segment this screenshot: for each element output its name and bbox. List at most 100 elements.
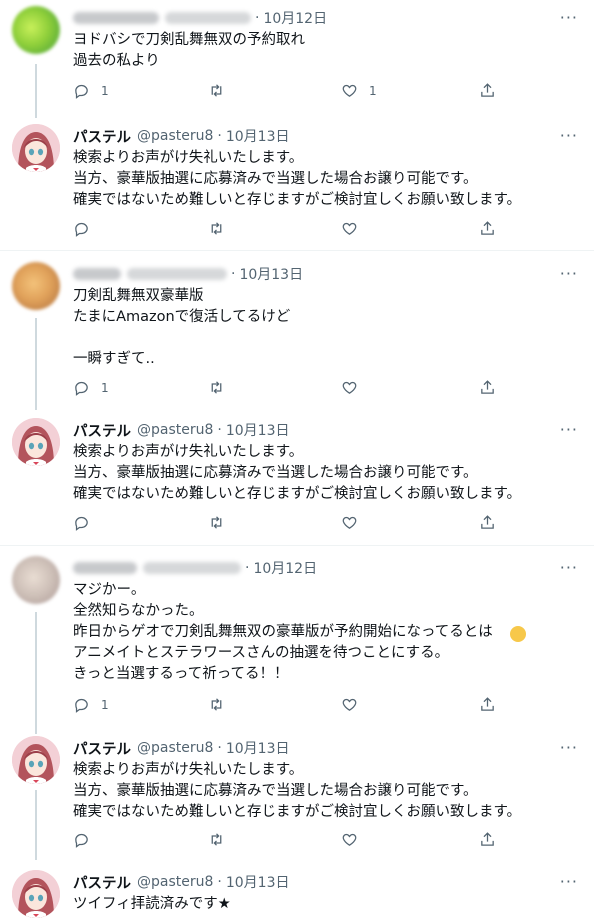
user-name-blurred[interactable] <box>73 12 159 24</box>
retweet-button[interactable] <box>208 514 236 531</box>
anime-girl-avatar-icon <box>12 418 60 466</box>
reply-icon <box>75 833 88 848</box>
avatar[interactable] <box>12 124 60 172</box>
share-icon <box>481 832 494 846</box>
separator-dot: · <box>245 560 250 576</box>
more-icon[interactable]: ··· <box>560 558 578 577</box>
share-icon <box>481 515 494 529</box>
thread-divider <box>0 250 594 251</box>
more-icon[interactable]: ··· <box>560 126 578 145</box>
reply-icon <box>75 84 88 99</box>
tweet[interactable]: パステル @pasteru8 · 10月13日 ··· ツイフィ拝読済みです★ <box>0 870 594 922</box>
user-handle-blurred[interactable] <box>143 562 241 574</box>
tweet-date[interactable]: 10月13日 <box>226 872 290 892</box>
reply-count: 1 <box>101 697 109 712</box>
tweet[interactable]: · 10月12日 ··· マジかー。 全然知らなかった。 昨日からゲオで刀剣乱舞… <box>0 556 594 716</box>
like-button[interactable] <box>341 514 369 531</box>
avatar[interactable] <box>12 418 60 466</box>
retweet-button[interactable] <box>208 696 236 713</box>
tweet-date[interactable]: 10月13日 <box>226 738 290 758</box>
tweet-date[interactable]: 10月13日 <box>239 264 303 284</box>
tweet[interactable]: パステル @pasteru8 · 10月13日 ··· 検索よりお声がけ失礼いた… <box>0 736 594 852</box>
tweet-text: 検索よりお声がけ失礼いたします。 当方、豪華版抽選に応募済みで当選した場合お譲り… <box>73 444 522 502</box>
avatar[interactable] <box>12 870 60 918</box>
user-name[interactable]: パステル <box>73 738 131 759</box>
reply-button[interactable] <box>73 514 101 531</box>
anime-girl-avatar-icon <box>12 124 60 172</box>
share-button[interactable] <box>479 379 496 396</box>
reply-icon <box>75 516 88 531</box>
tweet[interactable]: · 10月12日 ··· ヨドバシで刀剣乱舞無双の予約取れ 過去の私より 1 1 <box>0 6 594 110</box>
separator-dot: · <box>217 874 222 890</box>
reply-button[interactable]: 1 <box>73 696 109 713</box>
retweet-button[interactable] <box>208 379 236 396</box>
share-button[interactable] <box>479 82 496 99</box>
retweet-button[interactable] <box>208 82 236 99</box>
like-icon <box>342 516 357 529</box>
avatar[interactable] <box>12 262 60 310</box>
reply-button[interactable]: 1 <box>73 379 109 396</box>
separator-dot: · <box>255 10 260 26</box>
tweet-text: 刀剣乱舞無双豪華版 たまにAmazonで復活してるけど 一瞬すぎて.. <box>73 288 291 367</box>
like-button[interactable] <box>341 379 369 396</box>
like-icon <box>342 381 357 394</box>
share-icon <box>481 697 494 711</box>
user-handle[interactable]: @pasteru8 <box>137 422 213 438</box>
user-handle[interactable]: @pasteru8 <box>137 128 213 144</box>
avatar[interactable] <box>12 556 60 604</box>
tweet-date[interactable]: 10月13日 <box>226 126 290 146</box>
reply-count: 1 <box>101 83 109 98</box>
more-icon[interactable]: ··· <box>560 738 578 757</box>
separator-dot: · <box>217 740 222 756</box>
retweet-icon <box>211 833 222 846</box>
user-name[interactable]: パステル <box>73 126 131 147</box>
like-button[interactable]: 1 <box>341 82 377 99</box>
user-name-blurred[interactable] <box>73 268 121 280</box>
reply-button[interactable] <box>73 831 101 848</box>
avatar[interactable] <box>12 736 60 784</box>
more-icon[interactable]: ··· <box>560 420 578 439</box>
like-icon <box>342 698 357 711</box>
share-button[interactable] <box>479 514 496 531</box>
more-icon[interactable]: ··· <box>560 872 578 891</box>
user-name[interactable]: パステル <box>73 420 131 441</box>
avatar[interactable] <box>12 6 60 54</box>
reply-icon <box>75 381 88 396</box>
user-name[interactable]: パステル <box>73 872 131 893</box>
like-icon <box>342 833 357 846</box>
tweet[interactable]: · 10月13日 ··· 刀剣乱舞無双豪華版 たまにAmazonで復活してるけど… <box>0 262 594 398</box>
tweet[interactable]: パステル @pasteru8 · 10月13日 ··· 検索よりお声がけ失礼いた… <box>0 124 594 240</box>
reply-button[interactable]: 1 <box>73 82 109 99</box>
user-handle[interactable]: @pasteru8 <box>137 740 213 756</box>
like-button[interactable] <box>341 831 369 848</box>
share-icon <box>481 221 494 235</box>
reply-count: 1 <box>101 380 109 395</box>
share-button[interactable] <box>479 220 496 237</box>
tweet[interactable]: パステル @pasteru8 · 10月13日 ··· 検索よりお声がけ失礼いた… <box>0 418 594 534</box>
tweet-date[interactable]: 10月13日 <box>226 420 290 440</box>
tweet-text: 検索よりお声がけ失礼いたします。 当方、豪華版抽選に応募済みで当選した場合お譲り… <box>73 762 522 820</box>
reply-button[interactable] <box>73 220 101 237</box>
share-button[interactable] <box>479 831 496 848</box>
user-name-blurred[interactable] <box>73 562 137 574</box>
more-icon[interactable]: ··· <box>560 264 578 283</box>
tweet-text: 検索よりお声がけ失礼いたします。 当方、豪華版抽選に応募済みで当選した場合お譲り… <box>73 150 522 208</box>
user-handle[interactable]: @pasteru8 <box>137 874 213 890</box>
share-icon <box>481 83 494 97</box>
anime-girl-avatar-icon <box>12 870 60 918</box>
retweet-button[interactable] <box>208 831 236 848</box>
retweet-icon <box>211 84 222 97</box>
more-icon[interactable]: ··· <box>560 8 578 27</box>
user-handle-blurred[interactable] <box>165 12 251 24</box>
retweet-button[interactable] <box>208 220 236 237</box>
anime-girl-avatar-icon <box>12 736 60 784</box>
like-button[interactable] <box>341 220 369 237</box>
share-button[interactable] <box>479 696 496 713</box>
user-handle-blurred[interactable] <box>127 268 227 280</box>
like-button[interactable] <box>341 696 369 713</box>
tweet-date[interactable]: 10月12日 <box>253 558 317 578</box>
crying-face-emoji-icon <box>510 626 526 642</box>
thread-divider <box>0 545 594 546</box>
tweet-date[interactable]: 10月12日 <box>263 8 327 28</box>
retweet-icon <box>211 381 222 394</box>
